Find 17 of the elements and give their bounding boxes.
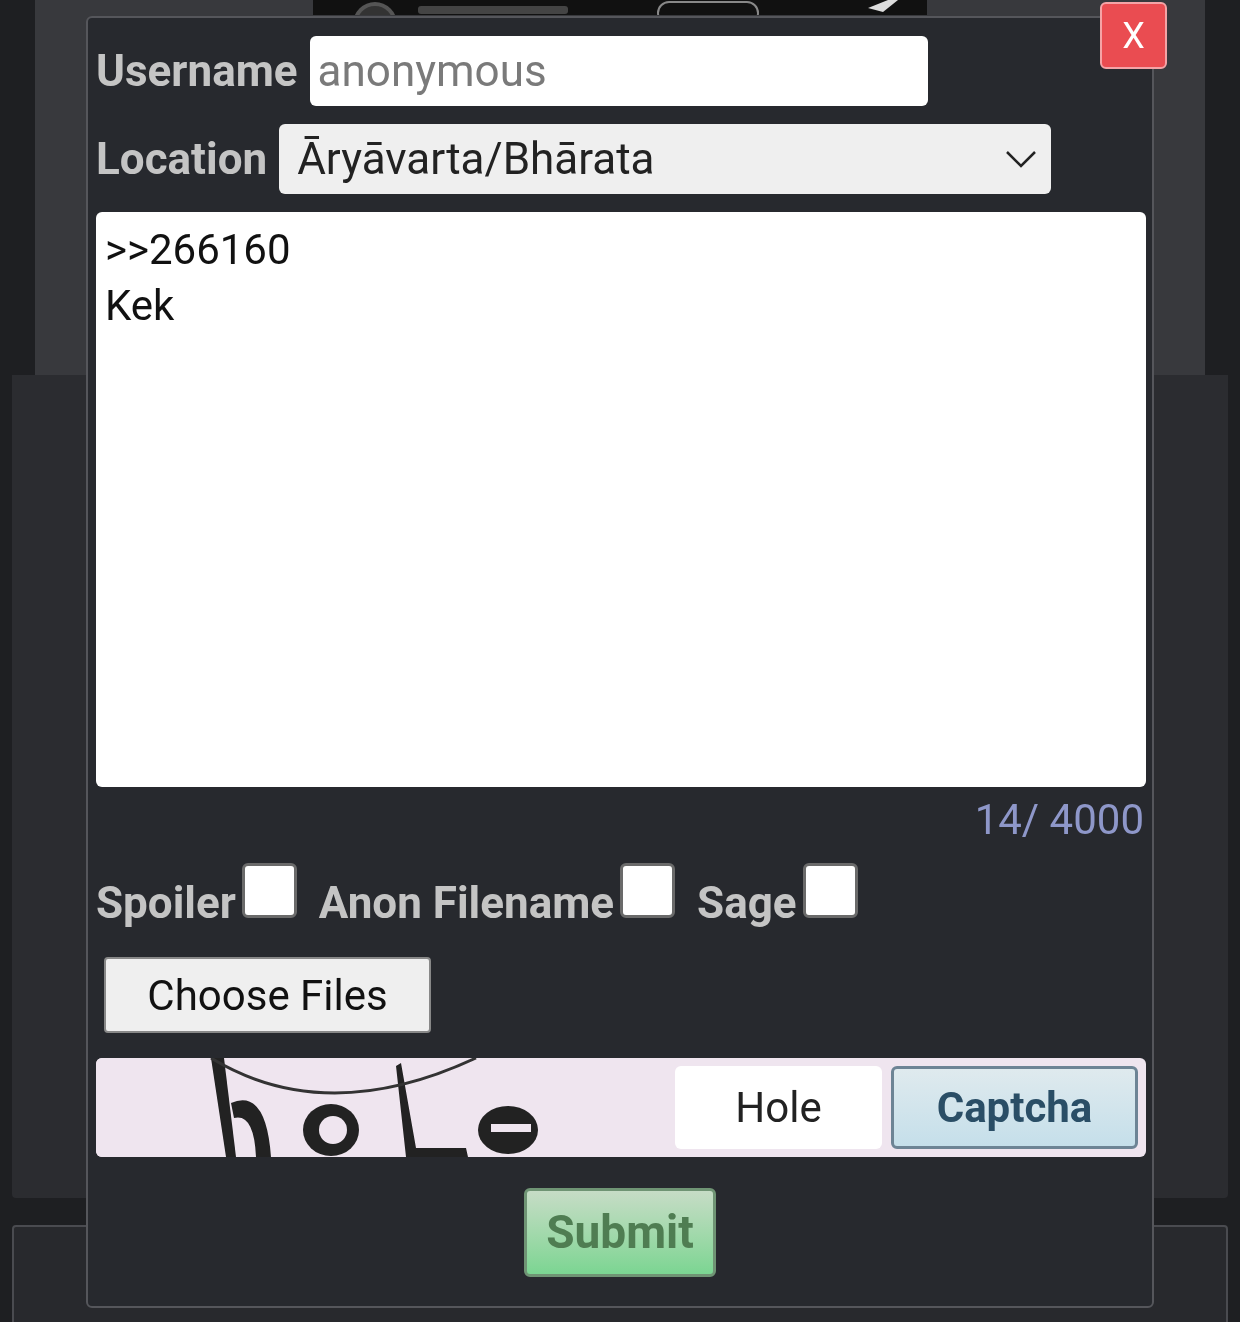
checkbox[interactable] (241, 863, 297, 918)
option-label: Sage (697, 881, 797, 925)
option-label: Anon Filename (318, 881, 615, 925)
location-label: Location (96, 137, 268, 181)
message-field[interactable]: >>266160 Kek (96, 212, 1146, 787)
option-label: Spoiler (96, 881, 236, 925)
location-dropdown[interactable]: Āryāvarta/Bhārata (279, 124, 1052, 194)
chevron-down-icon (1005, 150, 1038, 168)
choose-files-button[interactable]: Choose Files (104, 957, 431, 1033)
checkbox[interactable] (802, 863, 858, 918)
captcha-button[interactable]: Captcha (891, 1066, 1138, 1149)
character-counter: 14/ 4000 (974, 799, 1144, 841)
close-button[interactable]: X (1100, 2, 1167, 69)
checkbox[interactable] (620, 863, 676, 918)
captcha-field[interactable]: Hole (675, 1066, 882, 1149)
username-label: Username (96, 49, 298, 93)
username-field[interactable]: anonymous (309, 36, 928, 106)
